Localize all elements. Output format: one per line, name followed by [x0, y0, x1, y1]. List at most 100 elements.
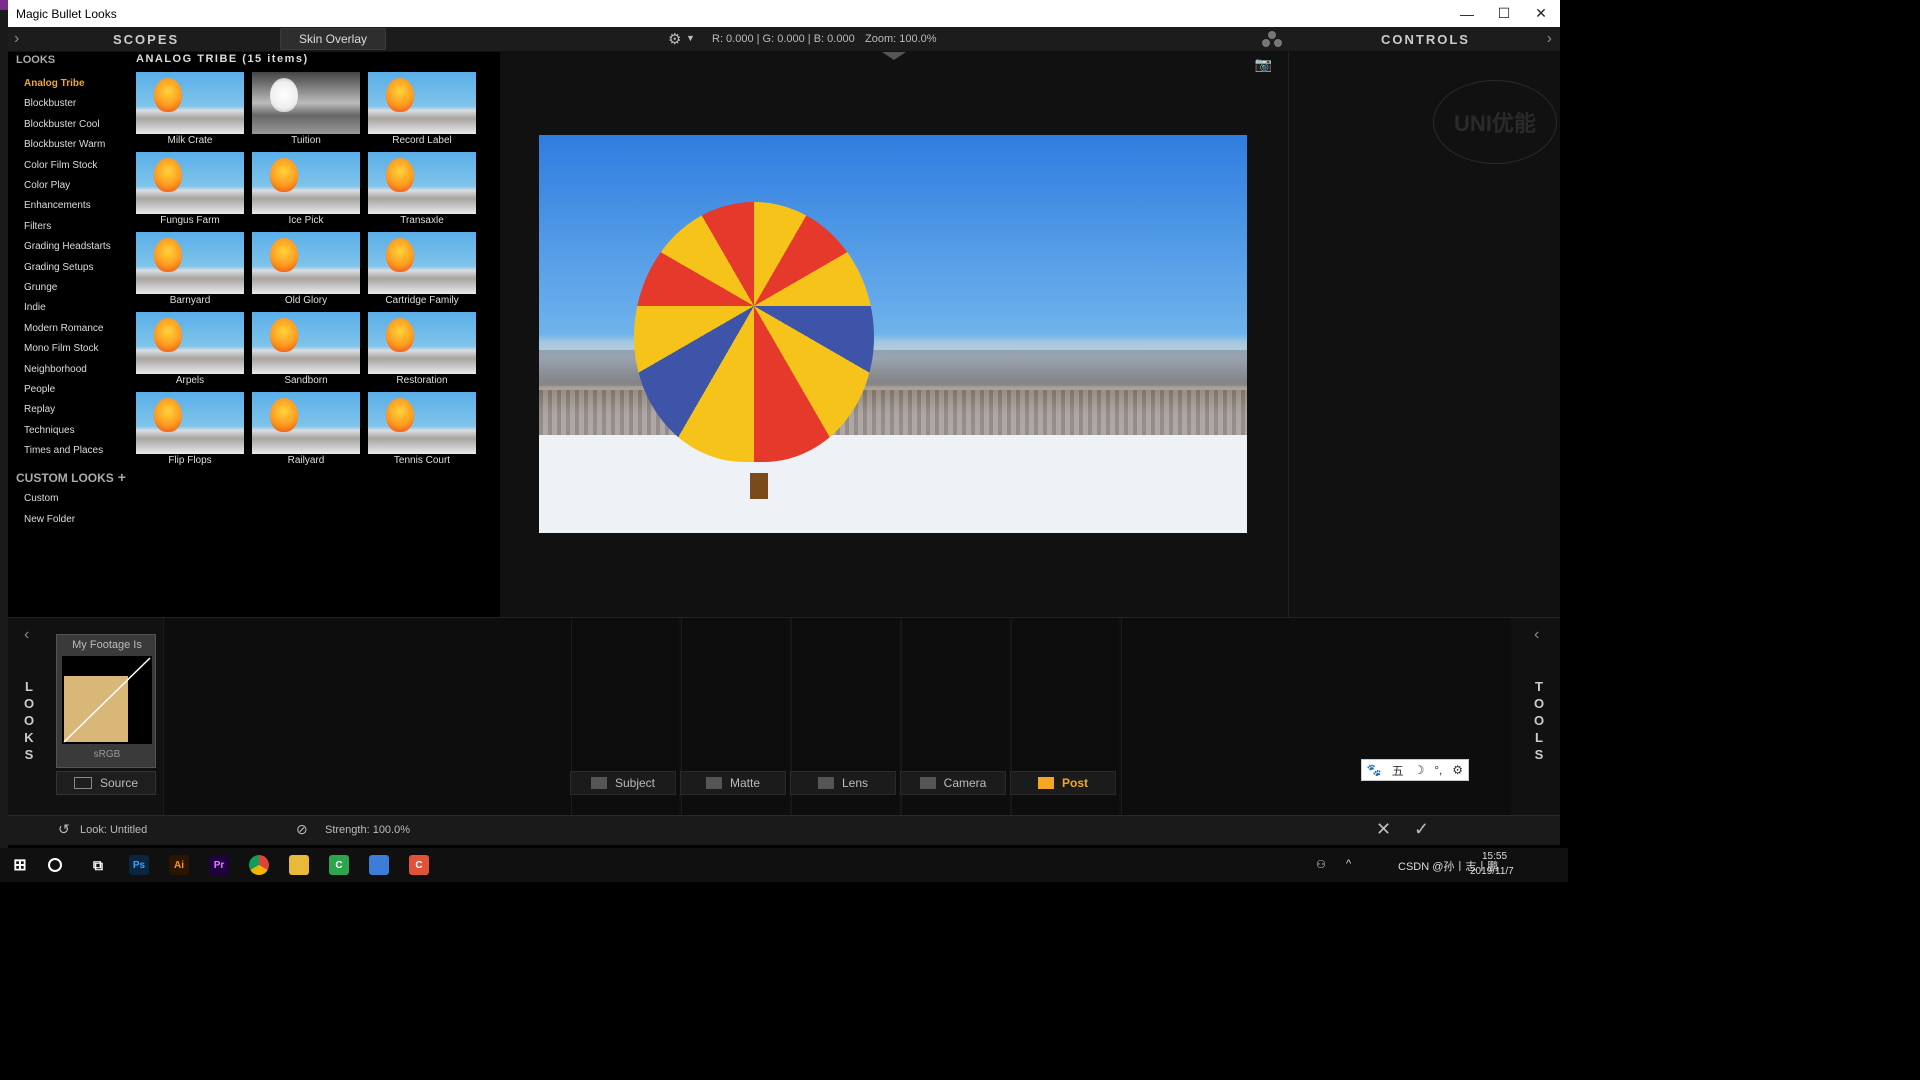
- camtasia-icon[interactable]: C: [329, 855, 349, 875]
- category-item[interactable]: People: [24, 384, 55, 395]
- look-thumbnail[interactable]: [252, 232, 360, 294]
- look-thumbnail-label[interactable]: Ice Pick: [252, 215, 360, 226]
- look-thumbnail[interactable]: [136, 72, 244, 134]
- look-thumbnail[interactable]: [136, 232, 244, 294]
- category-item[interactable]: Times and Places: [24, 445, 103, 456]
- category-item[interactable]: Enhancements: [24, 200, 91, 211]
- look-thumbnail[interactable]: [252, 392, 360, 454]
- look-thumbnail-label[interactable]: Record Label: [368, 135, 476, 146]
- clock-date[interactable]: 2019/11/7: [1470, 866, 1514, 877]
- tools-side-tab[interactable]: TOOLS: [1532, 678, 1546, 763]
- tool-tab-matte[interactable]: Matte: [680, 771, 786, 795]
- look-thumbnail-label[interactable]: Milk Crate: [136, 135, 244, 146]
- category-item[interactable]: Color Play: [24, 180, 70, 191]
- category-item[interactable]: Analog Tribe: [24, 78, 85, 89]
- category-item[interactable]: Color Film Stock: [24, 160, 97, 171]
- task-view-icon[interactable]: ⧉: [88, 855, 108, 875]
- moon-icon[interactable]: ☽: [1414, 763, 1425, 777]
- windows-start-icon[interactable]: ⊞: [10, 855, 30, 875]
- category-item[interactable]: Indie: [24, 302, 46, 313]
- collapse-triangle-icon[interactable]: [882, 52, 906, 60]
- minimize-button[interactable]: —: [1448, 0, 1486, 27]
- tool-tab-subject[interactable]: Subject: [570, 771, 676, 795]
- dropdown-arrow-icon[interactable]: ▼: [686, 33, 695, 43]
- look-thumbnail-label[interactable]: Cartridge Family: [368, 295, 476, 306]
- source-button[interactable]: Source: [56, 771, 156, 795]
- cancel-button[interactable]: ✕: [1376, 819, 1391, 840]
- illustrator-icon[interactable]: Ai: [169, 855, 189, 875]
- look-thumbnail[interactable]: [252, 72, 360, 134]
- expand-left-chevron-icon[interactable]: ›: [14, 30, 19, 48]
- punctuation-icon[interactable]: °,: [1434, 763, 1442, 777]
- premiere-icon[interactable]: Pr: [209, 855, 229, 875]
- add-custom-look-icon[interactable]: +: [118, 469, 126, 485]
- category-item[interactable]: Grading Headstarts: [24, 241, 111, 252]
- look-thumbnail[interactable]: [368, 312, 476, 374]
- look-thumbnail-label[interactable]: Old Glory: [252, 295, 360, 306]
- maximize-button[interactable]: ☐: [1485, 0, 1523, 27]
- category-item[interactable]: Neighborhood: [24, 364, 87, 375]
- look-thumbnail-label[interactable]: Barnyard: [136, 295, 244, 306]
- look-thumbnail[interactable]: [136, 392, 244, 454]
- file-explorer-icon[interactable]: [289, 855, 309, 875]
- category-item[interactable]: Grading Setups: [24, 262, 94, 273]
- look-thumbnail[interactable]: [368, 232, 476, 294]
- look-thumbnail[interactable]: [368, 72, 476, 134]
- category-item[interactable]: Grunge: [24, 282, 57, 293]
- photoshop-icon[interactable]: Ps: [129, 855, 149, 875]
- custom-item[interactable]: Custom: [24, 493, 58, 504]
- category-item[interactable]: Techniques: [24, 425, 75, 436]
- apply-button[interactable]: ✓: [1414, 819, 1429, 840]
- custom-item[interactable]: New Folder: [24, 514, 75, 525]
- app-c-icon[interactable]: C: [409, 855, 429, 875]
- camera-snapshot-icon[interactable]: 📷: [1255, 56, 1272, 73]
- look-thumbnail-label[interactable]: Tuition: [252, 135, 360, 146]
- look-thumbnail-label[interactable]: Restoration: [368, 375, 476, 386]
- close-button[interactable]: ✕: [1522, 0, 1560, 27]
- clock-time[interactable]: 15:55: [1482, 851, 1507, 862]
- look-thumbnail-label[interactable]: Tennis Court: [368, 455, 476, 466]
- tool-tab-lens[interactable]: Lens: [790, 771, 896, 795]
- look-thumbnail[interactable]: [136, 312, 244, 374]
- next-chevron-icon[interactable]: ‹: [1534, 626, 1539, 644]
- category-item[interactable]: Modern Romance: [24, 323, 103, 334]
- look-thumbnail-label[interactable]: Transaxle: [368, 215, 476, 226]
- category-item[interactable]: Blockbuster Cool: [24, 119, 100, 130]
- look-thumbnail-label[interactable]: Railyard: [252, 455, 360, 466]
- scopes-title[interactable]: SCOPES: [113, 32, 179, 47]
- strength-value[interactable]: Strength: 100.0%: [325, 824, 410, 836]
- expand-right-chevron-icon[interactable]: ›: [1547, 30, 1552, 48]
- look-thumbnail[interactable]: [136, 152, 244, 214]
- store-icon[interactable]: [369, 855, 389, 875]
- look-thumbnail-label[interactable]: Fungus Farm: [136, 215, 244, 226]
- look-thumbnail[interactable]: [368, 392, 476, 454]
- bypass-icon[interactable]: ⊘: [296, 821, 308, 838]
- look-thumbnail-label[interactable]: Arpels: [136, 375, 244, 386]
- tray-expand-icon[interactable]: ^: [1346, 858, 1351, 870]
- looks-side-tab[interactable]: LOOKS: [22, 678, 36, 763]
- search-icon[interactable]: [48, 858, 62, 872]
- controls-title[interactable]: CONTROLS: [1381, 32, 1470, 47]
- footage-card[interactable]: My Footage Is sRGB: [56, 634, 156, 768]
- look-thumbnail[interactable]: [252, 312, 360, 374]
- tool-tab-post[interactable]: Post: [1010, 771, 1116, 795]
- layers-icon[interactable]: [1262, 31, 1282, 47]
- category-item[interactable]: Filters: [24, 221, 51, 232]
- paw-icon[interactable]: 🐾: [1367, 763, 1382, 777]
- look-thumbnail-label[interactable]: Sandborn: [252, 375, 360, 386]
- category-item[interactable]: Replay: [24, 404, 55, 415]
- reset-icon[interactable]: ↺: [58, 821, 70, 838]
- ime-toolbar[interactable]: 🐾 五 ☽ °, ⚙: [1361, 759, 1469, 781]
- look-thumbnail[interactable]: [252, 152, 360, 214]
- tool-tab-camera[interactable]: Camera: [900, 771, 1006, 795]
- settings-icon[interactable]: ⚙: [1452, 763, 1463, 777]
- user-tray-icon[interactable]: ⚇: [1316, 858, 1326, 871]
- category-item[interactable]: Mono Film Stock: [24, 343, 98, 354]
- ime-mode-label[interactable]: 五: [1392, 762, 1404, 779]
- skin-overlay-button[interactable]: Skin Overlay: [280, 28, 386, 50]
- chrome-icon[interactable]: [249, 855, 269, 875]
- look-thumbnail[interactable]: [368, 152, 476, 214]
- category-item[interactable]: Blockbuster Warm: [24, 139, 105, 150]
- category-item[interactable]: Blockbuster: [24, 98, 76, 109]
- prev-chevron-icon[interactable]: ‹: [24, 626, 29, 644]
